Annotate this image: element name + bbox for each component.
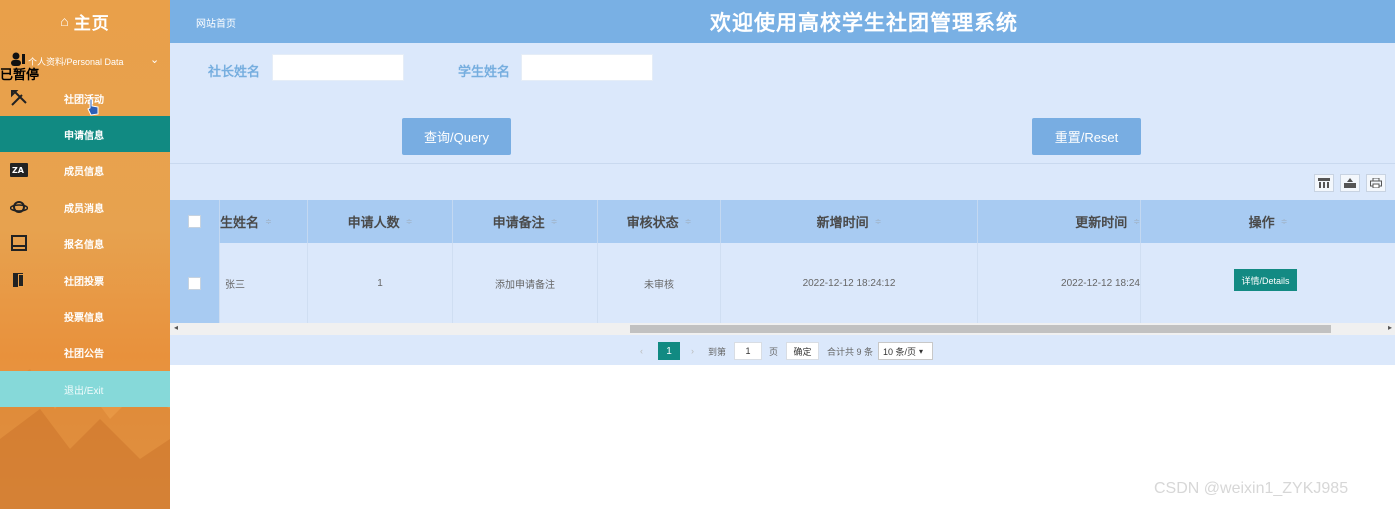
student-name-input[interactable] <box>521 54 653 81</box>
sort-icon: ≑ <box>265 217 272 226</box>
scroll-right-icon[interactable]: ▸ <box>1388 323 1392 332</box>
column-header-label: 申请备注 <box>492 215 545 230</box>
column-header-label: 生姓名 <box>220 215 260 230</box>
club-leader-name-input[interactable] <box>272 54 404 81</box>
export-icon[interactable] <box>1340 174 1360 192</box>
column-header-label: 更新时间 <box>1075 215 1128 230</box>
translate-icon: ZA <box>10 161 28 179</box>
sort-icon: ≑ <box>1280 217 1288 226</box>
next-page-button[interactable]: › <box>691 342 694 360</box>
edit-tools-icon <box>10 89 28 107</box>
sidebar-item-label: 申请信息 <box>64 130 104 142</box>
door-icon <box>10 271 28 289</box>
column-header-label: 申请人数 <box>347 215 400 230</box>
site-home-link[interactable]: 网站首页 <box>196 15 236 30</box>
sidebar-item-label: 投票信息 <box>64 312 104 324</box>
column-header-actions: 操作 ≑ <box>1141 200 1395 243</box>
cell-name: 张三 <box>220 243 308 323</box>
prev-page-button[interactable]: ‹ <box>640 342 643 360</box>
column-header-label: 审核状态 <box>626 215 679 230</box>
sidebar-item-member-info[interactable]: ZA 成员信息 <box>0 152 170 188</box>
sidebar-item-label: 社团投票 <box>64 276 104 288</box>
columns-icon[interactable] <box>1314 174 1334 192</box>
planet-icon <box>10 198 28 216</box>
horizontal-scrollbar[interactable]: ◂ ▸ <box>170 323 1395 335</box>
sidebar-item-signup-info[interactable]: 报名信息 <box>0 225 170 261</box>
cell-remark: 添加申请备注 <box>453 243 598 323</box>
select-all-header <box>170 200 220 243</box>
club-leader-name-label: 社长姓名 <box>208 64 261 79</box>
sort-icon: ≑ <box>405 217 413 226</box>
goto-label: 到第 <box>708 346 727 357</box>
page-size-select[interactable]: 10 条/页 ▾ <box>878 342 933 360</box>
sidebar-item-label: 社团公告 <box>64 348 104 360</box>
select-all-checkbox[interactable] <box>188 215 201 228</box>
sidebar-item-club-notice[interactable]: 社团公告 <box>0 334 170 370</box>
page-unit-label: 页 <box>769 346 779 357</box>
total-count-label: 合计共 9 条 <box>827 346 874 357</box>
confirm-page-button[interactable]: 确定 <box>786 342 819 360</box>
column-header-updated-time[interactable]: 更新时间 ≑ <box>978 200 1141 243</box>
current-page-button[interactable]: 1 <box>658 342 680 360</box>
column-header-applicant-count[interactable]: 申请人数 ≑ <box>308 200 453 243</box>
home-icon: ⌂ <box>60 13 70 29</box>
book-icon <box>10 234 28 252</box>
sidebar-item-label: 成员消息 <box>64 203 104 215</box>
sort-icon: ≑ <box>1133 217 1140 226</box>
column-header-label: 操作 <box>1248 215 1275 230</box>
details-button[interactable]: 详情/Details <box>1234 269 1297 291</box>
cell-applicant-count: 1 <box>308 243 453 323</box>
sidebar-item-club-activity[interactable]: 社团活动 <box>0 80 170 116</box>
cell-updated-time: 2022-12-12 18:24 <box>978 243 1141 323</box>
goto-page-input[interactable]: 1 <box>734 342 762 360</box>
column-header-created-time[interactable]: 新增时间 ≑ <box>721 200 978 243</box>
sidebar-item-label: 报名信息 <box>64 239 104 251</box>
page-size-value: 10 条/页 <box>883 346 917 357</box>
watermark: CSDN @weixin1_ZYKJ985 <box>1154 480 1349 497</box>
sidebar-exit-button[interactable]: 退出/Exit <box>0 371 170 407</box>
sidebar: ⌂ 主页 个人资料/Personal Data ⌄ 已暂停 社团活动 申请信息 <box>0 0 170 509</box>
reset-button[interactable]: 重置/Reset <box>1032 118 1141 155</box>
column-header-label: 新增时间 <box>816 215 869 230</box>
sort-icon: ≑ <box>684 217 692 226</box>
sort-icon: ≑ <box>874 217 882 226</box>
print-icon[interactable] <box>1366 174 1386 192</box>
personal-data-label: 个人资料/Personal Data <box>28 57 124 67</box>
sort-icon: ≑ <box>550 217 558 226</box>
search-panel: 社长姓名 学生姓名 查询/Query 重置/Reset <box>170 43 1395 163</box>
hand-cursor-icon <box>87 98 99 116</box>
cell-review-status: 未审核 <box>598 243 721 323</box>
scroll-left-icon[interactable]: ◂ <box>174 323 178 332</box>
column-header-review-status[interactable]: 审核状态 ≑ <box>598 200 721 243</box>
column-header-name[interactable]: 生姓名 ≑ <box>220 200 308 243</box>
sidebar-item-vote-info[interactable]: 投票信息 <box>0 298 170 334</box>
row-checkbox[interactable] <box>188 276 201 290</box>
exit-label: 退出/Exit <box>64 385 104 397</box>
cell-created-time: 2022-12-12 18:24:12 <box>721 243 978 323</box>
sidebar-home-label: 主页 <box>73 13 110 33</box>
column-header-remark[interactable]: 申请备注 ≑ <box>453 200 598 243</box>
row-select-cell <box>170 243 220 323</box>
sidebar-item-member-messages[interactable]: 成员消息 <box>0 189 170 225</box>
page-title: 欢迎使用高校学生社团管理系统 <box>710 12 1018 35</box>
svg-text:ZA: ZA <box>12 166 25 175</box>
chevron-down-icon: ⌄ <box>150 54 160 66</box>
sidebar-home-link[interactable]: ⌂ 主页 <box>0 0 170 42</box>
scrollbar-thumb[interactable] <box>630 325 1331 333</box>
chevron-down-icon: ▾ <box>919 346 924 356</box>
sidebar-item-club-vote[interactable]: 社团投票 <box>0 262 170 298</box>
query-button[interactable]: 查询/Query <box>402 118 511 155</box>
sidebar-item-label: 成员信息 <box>64 166 104 178</box>
top-header: 网站首页 欢迎使用高校学生社团管理系统 <box>170 0 1395 43</box>
student-name-label: 学生姓名 <box>458 64 511 79</box>
sidebar-item-application-info[interactable]: 申请信息 <box>0 116 170 152</box>
